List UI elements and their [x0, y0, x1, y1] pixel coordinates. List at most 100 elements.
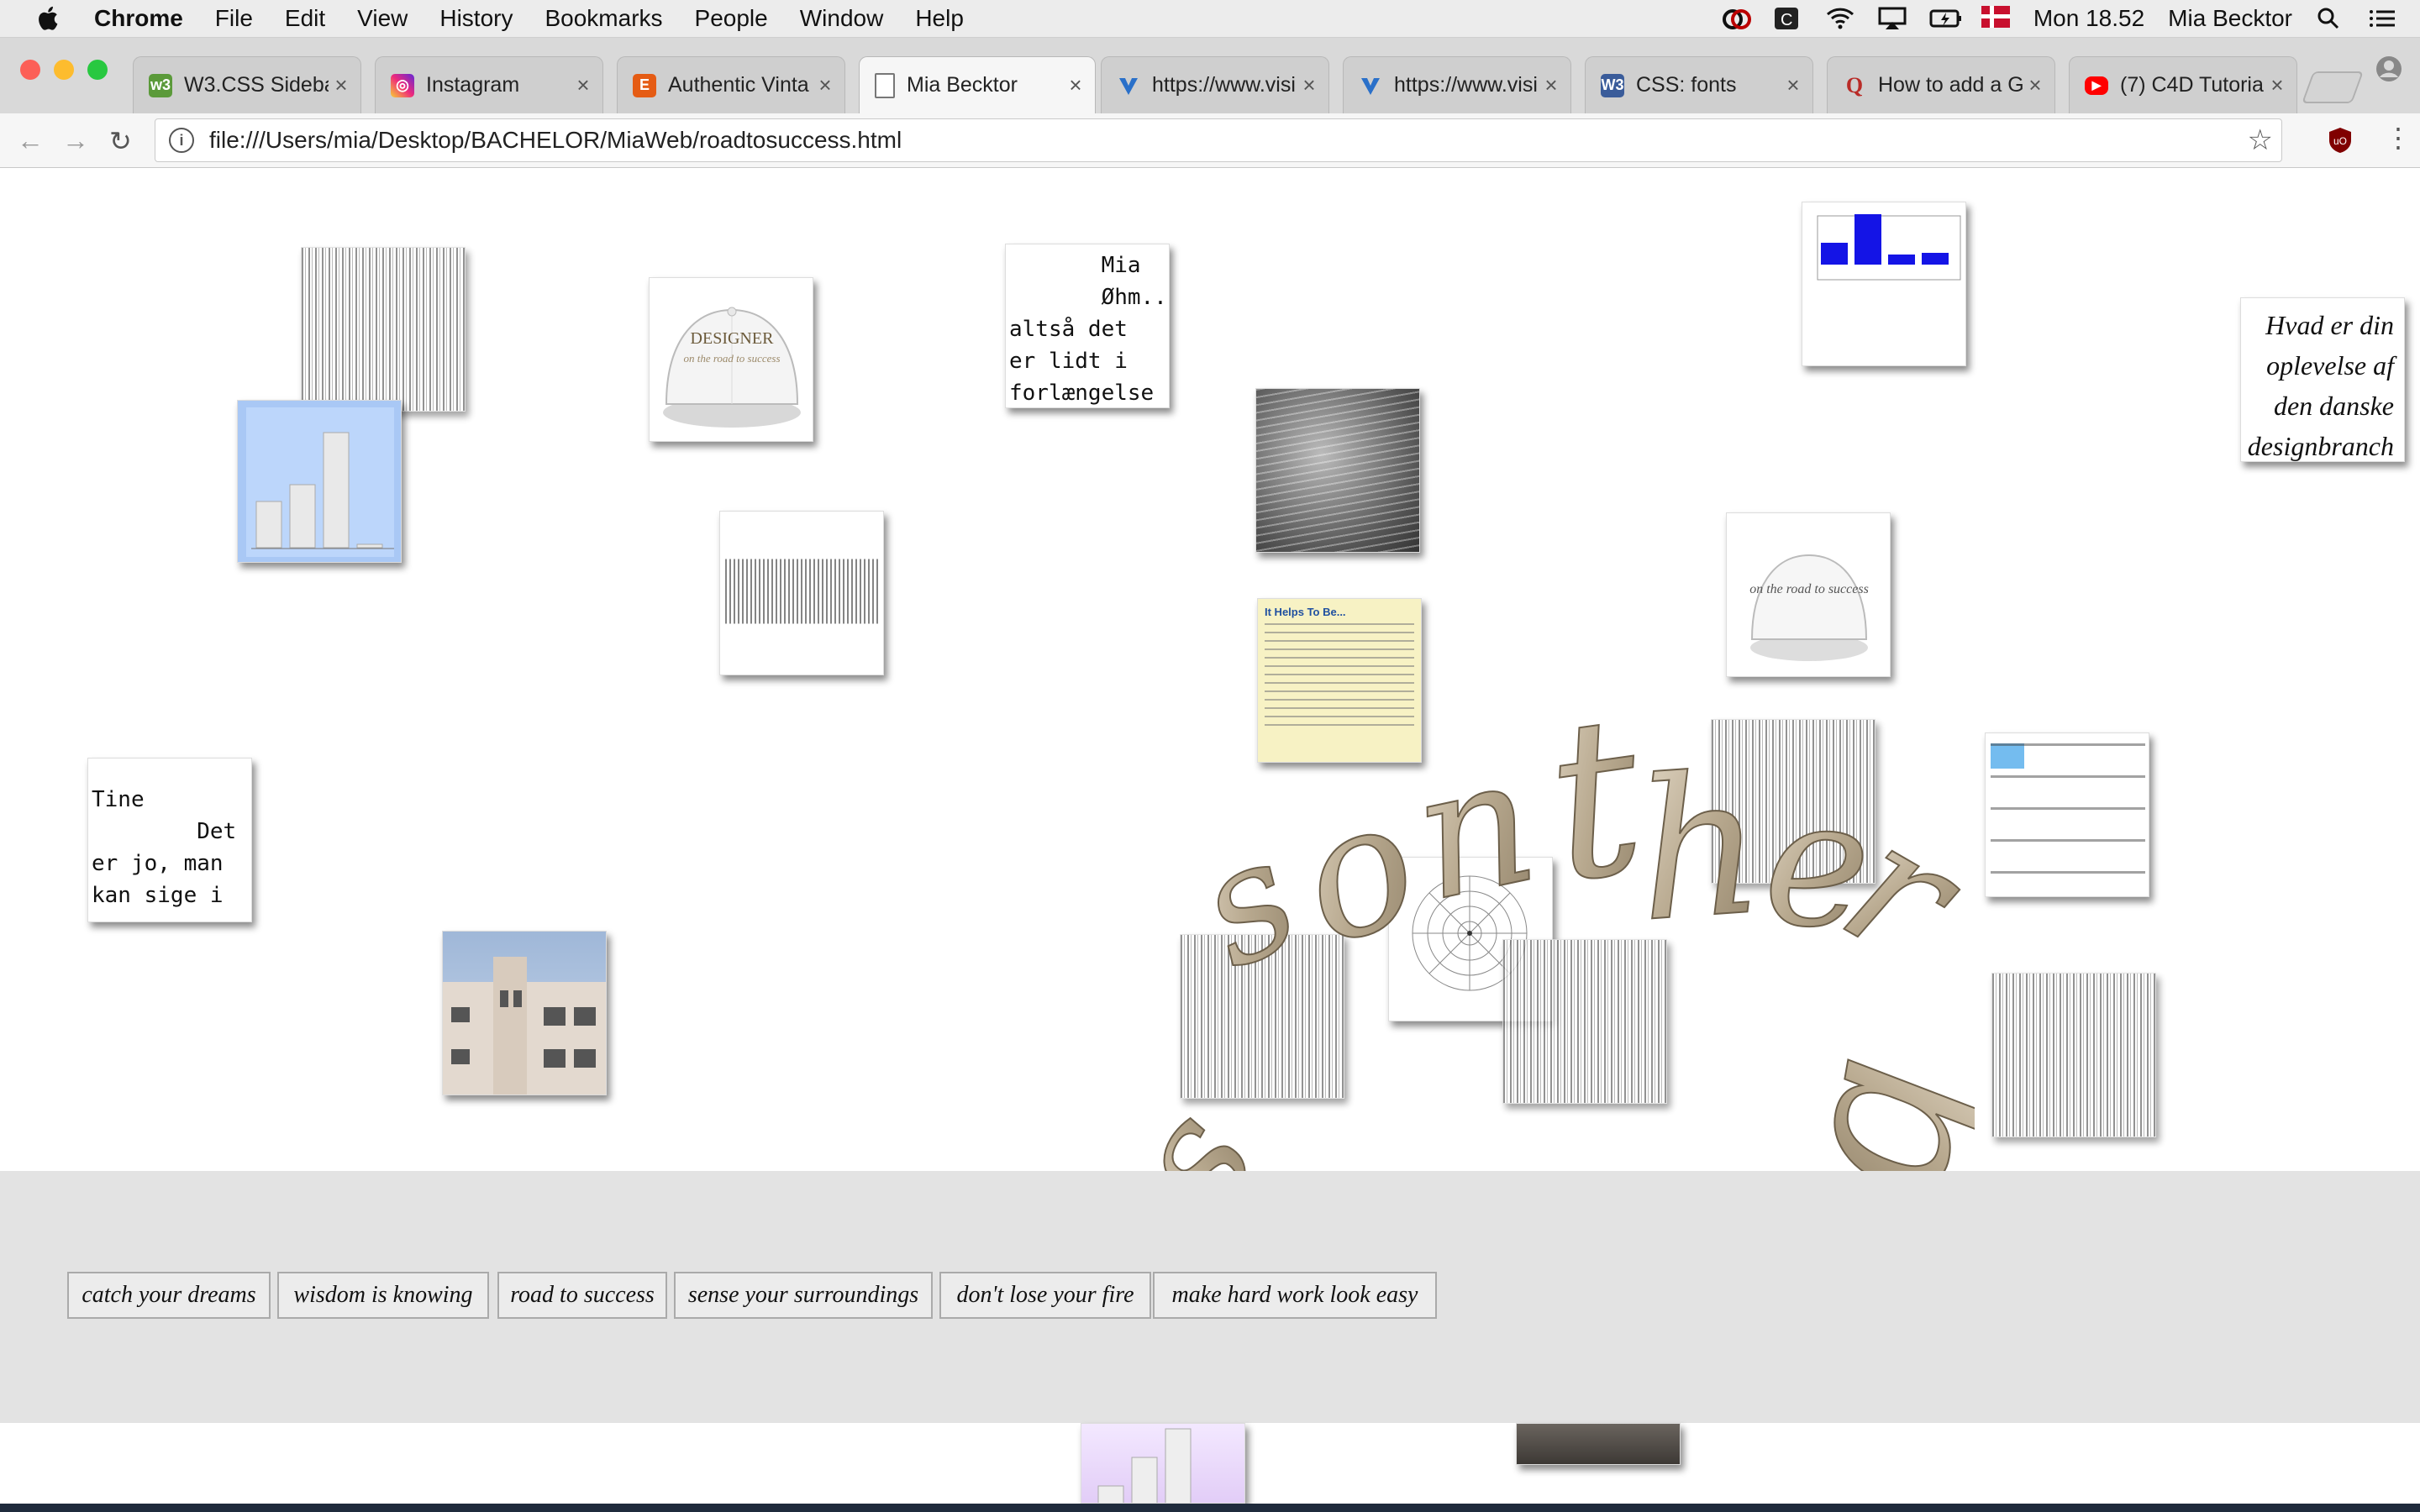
bar-chart-image[interactable]	[1802, 202, 1966, 366]
apple-icon[interactable]	[34, 3, 64, 34]
footer-button-dont-lose-your-fire[interactable]: don't lose your fire	[939, 1272, 1151, 1319]
menu-help[interactable]: Help	[915, 5, 964, 32]
tab-visi-1[interactable]: https://www.visi ×	[1101, 56, 1329, 113]
svg-text:uO: uO	[2333, 135, 2347, 147]
close-tab-icon[interactable]: ×	[2265, 72, 2290, 98]
danish-flag-icon[interactable]	[1981, 6, 2010, 31]
bookmark-star-icon[interactable]: ☆	[2248, 123, 2273, 157]
menu-people[interactable]: People	[695, 5, 768, 32]
menu-view[interactable]: View	[357, 5, 408, 32]
close-tab-icon[interactable]: ×	[1781, 72, 1806, 98]
menu-history[interactable]: History	[439, 5, 513, 32]
desktop-background	[0, 1504, 2420, 1512]
info-icon[interactable]: i	[169, 128, 194, 153]
designer-cap-image[interactable]: DESIGNER on the road to success	[649, 277, 813, 442]
menu-user[interactable]: Mia Becktor	[2168, 5, 2292, 32]
notification-center-icon[interactable]	[2368, 6, 2396, 31]
close-window-button[interactable]	[20, 60, 40, 80]
visme-icon	[1359, 74, 1382, 97]
creative-cloud-icon[interactable]	[1721, 6, 1751, 31]
browser-toolbar: ← → ↻ i file:///Users/mia/Desktop/BACHEL…	[0, 113, 2420, 168]
chart-bar	[1821, 243, 1848, 265]
cap-text: DESIGNER	[691, 329, 775, 348]
close-tab-icon[interactable]: ×	[329, 72, 354, 98]
tab-instagram[interactable]: ◎ Instagram ×	[375, 56, 603, 113]
road-photo[interactable]	[1516, 1423, 1681, 1465]
tab-title: https://www.visi	[1152, 73, 1296, 97]
address-bar[interactable]: i file:///Users/mia/Desktop/BACHELOR/Mia…	[155, 118, 2282, 162]
road-cap-image[interactable]: on the road to success	[1726, 512, 1891, 677]
tab-visi-2[interactable]: https://www.visi ×	[1343, 56, 1571, 113]
chart-svg	[1817, 214, 1961, 281]
footer-button-catch-your-dreams[interactable]: catch your dreams	[67, 1272, 271, 1319]
menu-bookmarks[interactable]: Bookmarks	[544, 5, 662, 32]
zoom-window-button[interactable]	[87, 60, 108, 80]
tab-quora[interactable]: Q How to add a G ×	[1827, 56, 2055, 113]
building-photo[interactable]	[442, 931, 607, 1095]
tab-strip: w3 W3.CSS Sideba × ◎ Instagram × E Authe…	[0, 38, 2420, 113]
profile-icon[interactable]	[2375, 55, 2403, 83]
menu-clock[interactable]: Mon 18.52	[2033, 5, 2144, 32]
tab-authentic-vintage[interactable]: E Authentic Vinta ×	[617, 56, 845, 113]
w3schools-icon: W3	[1601, 73, 1624, 97]
battery-icon[interactable]	[1929, 6, 1961, 31]
cap-subtext: on the road to success	[1749, 582, 1869, 596]
chrome-menu-icon[interactable]: ⋮	[2385, 122, 2412, 154]
chart-bar	[1854, 214, 1881, 265]
close-tab-icon[interactable]: ×	[1297, 72, 1322, 98]
tab-mia-becktor[interactable]: Mia Becktor ×	[859, 56, 1096, 113]
chart-bar	[1888, 255, 1915, 265]
etsy-icon: E	[633, 73, 656, 97]
highlighted-text-image[interactable]	[1985, 732, 2149, 897]
bar-chart-thumbnail[interactable]	[237, 400, 402, 563]
page-content: DESIGNER on the road to success Mia Øhm.…	[0, 168, 2420, 1504]
tab-title: Mia Becktor	[907, 73, 1018, 97]
scribble-text-image[interactable]	[719, 511, 884, 675]
minimize-window-button[interactable]	[54, 60, 74, 80]
instagram-icon: ◎	[391, 73, 414, 97]
document-icon	[875, 72, 895, 98]
airplay-icon[interactable]	[1877, 6, 1907, 31]
waveform-image[interactable]	[1991, 973, 2156, 1137]
footer-button-make-hard-work-look-easy[interactable]: make hard work look easy	[1153, 1272, 1437, 1319]
question-card: Hvad er din oplevelse af den danske desi…	[2240, 297, 2405, 462]
tab-w3css-sidebar[interactable]: w3 W3.CSS Sideba ×	[133, 56, 361, 113]
menu-edit[interactable]: Edit	[285, 5, 325, 32]
footer-button-sense-your-surroundings[interactable]: sense your surroundings	[674, 1272, 933, 1319]
youtube-icon: ▶	[2085, 76, 2108, 95]
w3-icon: w3	[149, 73, 172, 97]
water-surface-photo[interactable]	[1255, 388, 1420, 553]
question-text: Hvad er din oplevelse af den danske desi…	[2247, 310, 2394, 461]
ublock-origin-icon[interactable]: uO	[2328, 127, 2353, 154]
close-tab-icon[interactable]: ×	[1539, 72, 1564, 98]
interview-note-mia: Mia Øhm.. altså det er lidt i forlængels…	[1005, 244, 1170, 408]
reload-icon[interactable]: ↻	[109, 125, 132, 157]
close-tab-icon[interactable]: ×	[813, 72, 838, 98]
waveform-image[interactable]	[301, 247, 466, 412]
url-text[interactable]: file:///Users/mia/Desktop/BACHELOR/MiaWe…	[209, 127, 902, 154]
mac-menu-bar: Chrome File Edit View History Bookmarks …	[0, 0, 2420, 38]
quora-icon: Q	[1845, 72, 1864, 97]
tab-title: (7) C4D Tutorial	[2120, 73, 2265, 97]
cinema4d-icon[interactable]: C	[1773, 6, 1802, 31]
tab-youtube-c4d[interactable]: ▶ (7) C4D Tutorial ×	[2069, 56, 2297, 113]
menu-app-name[interactable]: Chrome	[94, 5, 183, 32]
footer-button-wisdom-is-knowing[interactable]: wisdom is knowing	[277, 1272, 489, 1319]
tab-css-fonts[interactable]: W3 CSS: fonts ×	[1585, 56, 1813, 113]
menu-file[interactable]: File	[215, 5, 253, 32]
spotlight-search-icon[interactable]	[2316, 6, 2344, 31]
forward-icon[interactable]: →	[62, 125, 89, 156]
close-tab-icon[interactable]: ×	[571, 72, 596, 98]
tab-title: W3.CSS Sideba	[184, 73, 329, 97]
svg-text:h: h	[1630, 732, 1770, 965]
close-tab-icon[interactable]: ×	[1063, 72, 1088, 98]
new-tab-button[interactable]	[2302, 71, 2364, 103]
menu-window[interactable]: Window	[800, 5, 884, 32]
close-tab-icon[interactable]: ×	[2023, 72, 2048, 98]
wifi-icon[interactable]	[1825, 6, 1854, 31]
svg-text:C: C	[1781, 11, 1792, 29]
footer-button-road-to-success[interactable]: road to success	[497, 1272, 667, 1319]
bar-chart-thumbnail[interactable]	[1081, 1423, 1245, 1504]
back-icon[interactable]: ←	[17, 125, 44, 156]
tab-title: Instagram	[426, 73, 520, 97]
